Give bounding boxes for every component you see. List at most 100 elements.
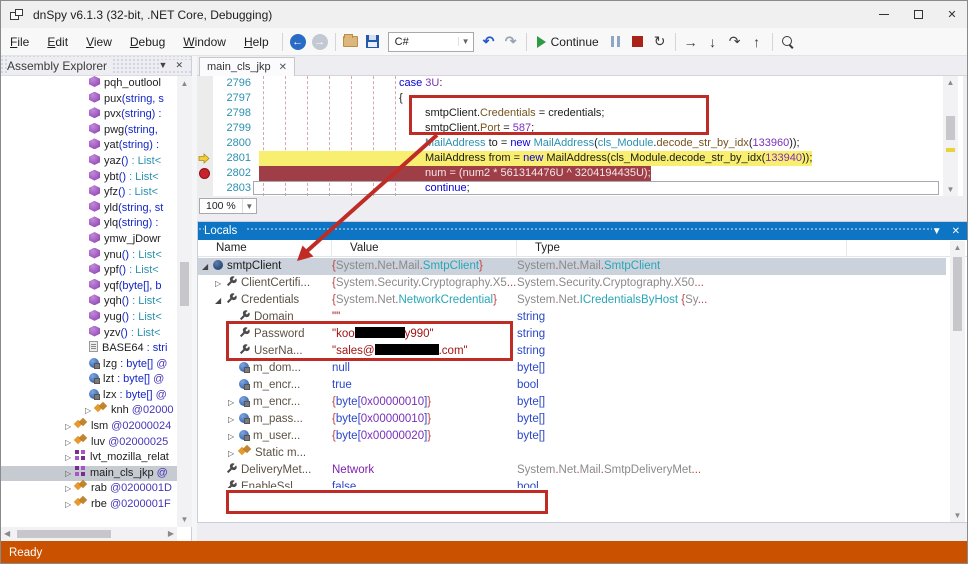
expander-icon[interactable]: ▷ bbox=[228, 445, 239, 462]
locals-row[interactable]: m_encr...truebool bbox=[198, 377, 946, 394]
locals-row[interactable]: Domain""string bbox=[198, 309, 946, 326]
break-button[interactable] bbox=[605, 31, 627, 53]
navigate-forward-button[interactable]: → bbox=[309, 31, 331, 53]
column-header-type[interactable]: Type bbox=[517, 240, 847, 256]
menu-item-debug[interactable]: Debug bbox=[121, 31, 174, 53]
tree-item[interactable]: yaz() : List< bbox=[1, 154, 177, 170]
tree-item[interactable]: yfz() : List< bbox=[1, 185, 177, 201]
sidebar-vertical-scrollbar[interactable]: ▲ ▼ bbox=[177, 76, 192, 527]
tree-item[interactable]: ybt() : List< bbox=[1, 170, 177, 186]
column-header-name[interactable]: Name bbox=[198, 240, 332, 256]
menu-item-file[interactable]: File bbox=[1, 31, 38, 53]
column-header-value[interactable]: Value bbox=[332, 240, 517, 256]
expander-icon[interactable]: ▷ bbox=[65, 419, 75, 435]
breakpoint-gutter[interactable] bbox=[197, 91, 213, 106]
tree-item[interactable]: yzv() : List< bbox=[1, 326, 177, 342]
tree-item[interactable]: pvx(string) : bbox=[1, 107, 177, 123]
tree-item[interactable]: yld(string, st bbox=[1, 201, 177, 217]
locals-row[interactable]: ▷m_user...{byte[0x00000020]}byte[] bbox=[198, 428, 946, 445]
continue-button[interactable]: Continue bbox=[531, 35, 605, 49]
panel-menu-icon[interactable]: ▼ bbox=[932, 226, 942, 237]
code-line[interactable]: 2803continue; bbox=[197, 181, 963, 196]
expander-icon[interactable]: ▷ bbox=[65, 481, 75, 497]
editor-vertical-scrollbar[interactable]: ▲ ▼ bbox=[943, 76, 958, 196]
panel-close-icon[interactable]: ✕ bbox=[175, 60, 183, 71]
code-line[interactable]: 2796case 3U: bbox=[197, 76, 963, 91]
locals-row[interactable]: ◢Credentials{System.Net.NetworkCredentia… bbox=[198, 292, 946, 309]
locals-row[interactable]: ▷Static m... bbox=[198, 445, 946, 462]
panel-close-icon[interactable]: ✕ bbox=[952, 226, 960, 237]
code-line[interactable]: 2800MailAddress to = new MailAddress(cls… bbox=[197, 136, 963, 151]
code-line[interactable]: 2799smtpClient.Port = 587; bbox=[197, 121, 963, 136]
tree-item[interactable]: pux(string, s bbox=[1, 92, 177, 108]
zoom-level-select[interactable]: 100 % ▼ bbox=[199, 198, 257, 214]
tree-item[interactable]: pqh_outlool bbox=[1, 76, 177, 92]
tree-item[interactable]: ▷main_cls_jkp @ bbox=[1, 466, 177, 482]
locals-row[interactable]: UserNa..."sales@.com"string bbox=[198, 343, 946, 360]
tree-item[interactable]: lzg : byte[] @ bbox=[1, 357, 177, 373]
tree-item[interactable]: yat(string) : bbox=[1, 138, 177, 154]
expander-icon[interactable]: ▷ bbox=[228, 394, 239, 411]
expander-icon[interactable]: ▷ bbox=[215, 275, 226, 292]
tree-item[interactable]: ynu() : List< bbox=[1, 248, 177, 264]
tree-item[interactable]: ypf() : List< bbox=[1, 263, 177, 279]
minimize-button[interactable] bbox=[867, 1, 901, 28]
close-button[interactable]: ✕ bbox=[935, 1, 968, 28]
tree-item[interactable]: yqh() : List< bbox=[1, 294, 177, 310]
breakpoint-icon[interactable] bbox=[199, 168, 210, 179]
restart-button[interactable]: ↻ bbox=[649, 31, 671, 53]
tree-item[interactable]: yug() : List< bbox=[1, 310, 177, 326]
tree-item[interactable]: ▷rbe @0200001F bbox=[1, 497, 177, 513]
breakpoint-gutter[interactable] bbox=[197, 166, 213, 181]
menu-item-window[interactable]: Window bbox=[174, 31, 235, 53]
show-next-statement-button[interactable]: → bbox=[680, 31, 702, 53]
expander-icon[interactable]: ▷ bbox=[228, 428, 239, 445]
code-line[interactable]: 2797{ bbox=[197, 91, 963, 106]
expander-icon[interactable]: ▷ bbox=[65, 466, 75, 482]
locals-vertical-scrollbar[interactable]: ▲ ▼ bbox=[950, 241, 965, 522]
breakpoint-gutter[interactable] bbox=[197, 106, 213, 121]
locals-row[interactable]: ◢smtpClient{System.Net.Mail.SmtpClient}S… bbox=[198, 258, 946, 275]
breakpoint-gutter[interactable] bbox=[197, 181, 213, 196]
breakpoint-gutter[interactable] bbox=[197, 121, 213, 136]
tree-item[interactable]: ▷lvt_mozilla_relat bbox=[1, 450, 177, 466]
sidebar-horizontal-scrollbar[interactable]: ◀ ▶ bbox=[1, 527, 177, 541]
locals-row[interactable]: Password"kooy990"string bbox=[198, 326, 946, 343]
expander-icon[interactable]: ▷ bbox=[65, 435, 75, 451]
code-line[interactable]: 2798smtpClient.Credentials = credentials… bbox=[197, 106, 963, 121]
tree-item[interactable]: ▷lsm @02000024 bbox=[1, 419, 177, 435]
breakpoint-gutter[interactable] bbox=[197, 136, 213, 151]
expander-icon[interactable]: ▷ bbox=[65, 497, 75, 513]
tree-item[interactable]: ▷luv @02000025 bbox=[1, 435, 177, 451]
panel-menu-icon[interactable]: ▼ bbox=[159, 60, 168, 71]
locals-row[interactable]: DeliveryMet...NetworkSystem.Net.Mail.Smt… bbox=[198, 462, 946, 479]
step-into-button[interactable]: ↓ bbox=[702, 31, 724, 53]
maximize-button[interactable] bbox=[901, 1, 935, 28]
tab-main-cls-jkp[interactable]: main_cls_jkp ✕ bbox=[199, 57, 295, 76]
save-all-modules-button[interactable] bbox=[362, 31, 384, 53]
breakpoint-gutter[interactable] bbox=[197, 76, 213, 91]
locals-row[interactable]: EnableSslfalsebool bbox=[198, 479, 946, 488]
open-file-button[interactable] bbox=[340, 31, 362, 53]
language-select[interactable]: C# ▼ bbox=[388, 32, 474, 52]
code-line[interactable]: 2802num = (num2 * 561314476U ^ 320419443… bbox=[197, 166, 963, 181]
tree-item[interactable]: lzx : byte[] @ bbox=[1, 388, 177, 404]
stop-debugging-button[interactable] bbox=[627, 31, 649, 53]
tree-item[interactable]: lzt : byte[] @ bbox=[1, 372, 177, 388]
step-out-button[interactable]: ↑ bbox=[746, 31, 768, 53]
expander-icon[interactable]: ▷ bbox=[85, 403, 95, 419]
tree-item[interactable]: ▷rab @0200001D bbox=[1, 481, 177, 497]
navigate-back-button[interactable]: ← bbox=[287, 31, 309, 53]
locals-row[interactable]: ▷m_encr...{byte[0x00000010]}byte[] bbox=[198, 394, 946, 411]
tree-item[interactable]: ▷knh @02000 bbox=[1, 403, 177, 419]
locals-row[interactable]: m_dom...nullbyte[] bbox=[198, 360, 946, 377]
redo-button[interactable]: ↷ bbox=[500, 31, 522, 53]
tree-item[interactable]: ylq(string) : bbox=[1, 216, 177, 232]
tab-close-icon[interactable]: ✕ bbox=[279, 62, 287, 73]
menu-item-help[interactable]: Help bbox=[235, 31, 278, 53]
expander-icon[interactable]: ◢ bbox=[202, 258, 213, 275]
menu-item-view[interactable]: View bbox=[77, 31, 121, 53]
code-line[interactable]: 2801MailAddress from = new MailAddress(c… bbox=[197, 151, 963, 166]
expander-icon[interactable]: ▷ bbox=[65, 450, 75, 466]
tree-item[interactable]: pwg(string, bbox=[1, 123, 177, 139]
